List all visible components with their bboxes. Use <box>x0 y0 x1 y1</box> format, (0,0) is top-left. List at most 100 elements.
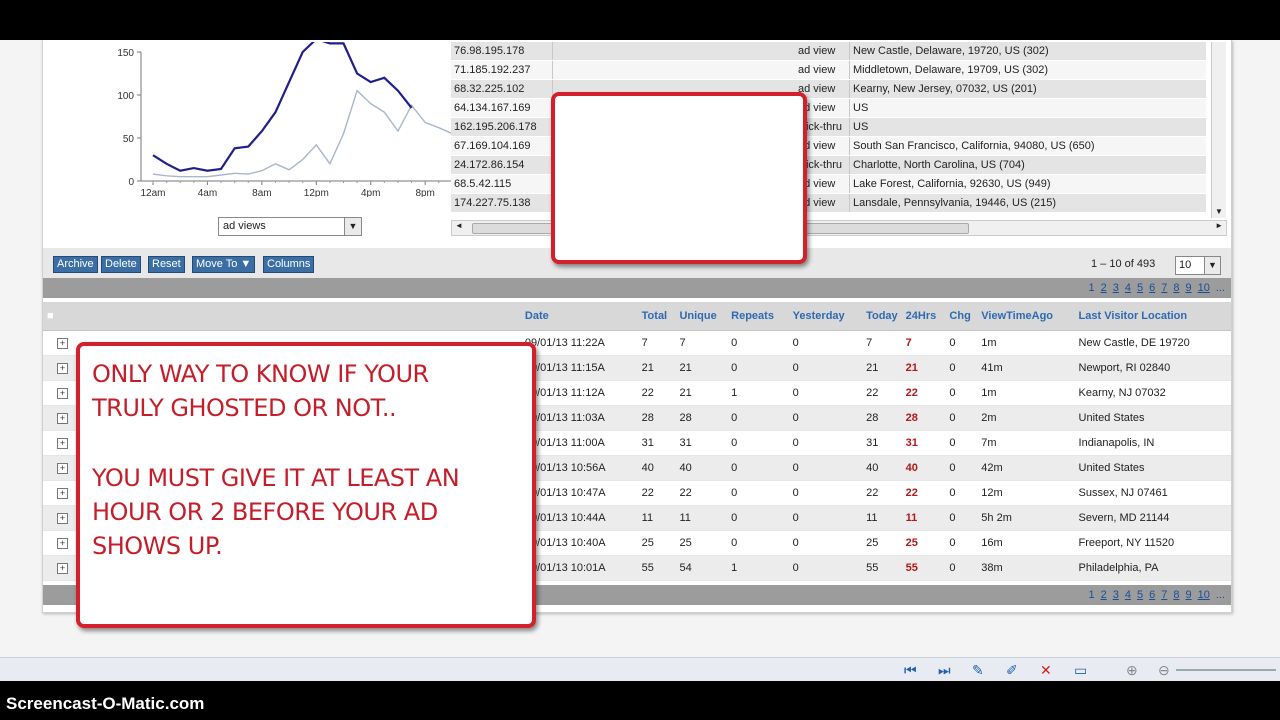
page-link[interactable]: 10 <box>1198 589 1210 601</box>
draw-icon[interactable]: ✎ <box>972 662 984 679</box>
log-type: ad view <box>795 60 850 80</box>
scroll-down-icon[interactable]: ▼ <box>1215 207 1223 216</box>
page-link[interactable]: 3 <box>1113 282 1119 294</box>
cell-total: 40 <box>637 455 676 481</box>
expand-plus-icon[interactable]: + <box>57 563 68 574</box>
cell-chg: 0 <box>945 380 978 406</box>
log-location: Lake Forest, California, 92630, US (949) <box>849 174 1206 194</box>
screen-icon[interactable]: ▭ <box>1074 662 1087 679</box>
expand-plus-icon[interactable]: + <box>57 338 68 349</box>
expand-plus-icon[interactable]: + <box>57 513 68 524</box>
cell-date: 09/01/13 11:12A <box>520 380 638 406</box>
page-link[interactable]: 8 <box>1173 282 1179 294</box>
expand-plus-icon[interactable]: + <box>57 363 68 374</box>
page-link[interactable]: 8 <box>1173 589 1179 601</box>
per-page-select[interactable]: 10 ▼ <box>1175 256 1221 275</box>
zoom-out-icon[interactable]: ⊖ <box>1158 662 1170 679</box>
column-header[interactable]: Last Visitor Location <box>1074 302 1231 331</box>
page-link[interactable]: 1 <box>1088 589 1094 601</box>
log-location: US <box>849 117 1206 137</box>
page-link[interactable]: 4 <box>1125 282 1131 294</box>
column-header[interactable]: Yesterday <box>788 302 863 331</box>
skip-back-icon[interactable]: ⏮ <box>904 662 917 679</box>
cell-today: 28 <box>862 405 902 431</box>
page-link[interactable]: 6 <box>1149 589 1155 601</box>
expand-plus-icon[interactable]: + <box>57 488 68 499</box>
y-tick-label: 0 <box>128 177 134 188</box>
cell-ago: 2m <box>977 405 1075 431</box>
chart-metric-select[interactable]: ad views ▼ <box>218 217 362 236</box>
log-row[interactable]: 71.185.192.237 ad view Middletown, Delawar… <box>451 60 1206 80</box>
chevron-down-icon[interactable]: ▼ <box>344 218 361 235</box>
x-tick-label: 8am <box>252 188 271 197</box>
expand-plus-icon[interactable]: + <box>57 538 68 549</box>
page-link[interactable]: 1 <box>1088 282 1094 294</box>
cell-date: 09/01/13 11:03A <box>520 405 638 431</box>
cell-date: 09/01/13 11:22A <box>520 330 638 356</box>
column-header[interactable]: ViewTimeAgo <box>977 302 1075 331</box>
select-all-icon[interactable]: ■ <box>47 310 54 322</box>
zoom-icon[interactable]: ⊕ <box>1126 662 1138 679</box>
reset-button[interactable]: Reset <box>148 256 185 273</box>
skip-forward-icon[interactable]: ⏭ <box>938 662 951 679</box>
chevron-down-icon[interactable]: ▼ <box>1204 257 1220 274</box>
move-to-button[interactable]: Move To ▼ <box>192 256 256 273</box>
page-link[interactable]: 6 <box>1149 282 1155 294</box>
expand-plus-icon[interactable]: + <box>57 413 68 424</box>
page-link[interactable]: 10 <box>1198 282 1210 294</box>
log-row[interactable]: 76.98.195.178 ad view New Castle, Delaware… <box>451 42 1206 61</box>
cell-h24: 25 <box>901 530 946 556</box>
log-ip: 67.169.104.169 <box>451 136 553 156</box>
page-more[interactable]: ... <box>1216 282 1225 294</box>
column-header[interactable]: Today <box>862 302 902 331</box>
page-link[interactable]: 2 <box>1101 282 1107 294</box>
delete-button[interactable]: Delete <box>101 256 141 273</box>
cell-yesterday: 0 <box>788 330 863 356</box>
log-vertical-scrollbar[interactable]: ▼ <box>1211 42 1226 218</box>
column-header[interactable]: Total <box>637 302 676 331</box>
cell-yesterday: 0 <box>788 355 863 381</box>
highlight-icon[interactable]: ✐ <box>1006 662 1018 679</box>
x-tick-label: 8pm <box>415 188 434 197</box>
cell-unique: 22 <box>675 480 728 506</box>
y-tick-label: 100 <box>117 91 134 102</box>
log-location: Kearny, New Jersey, 07032, US (201) <box>849 79 1206 99</box>
page-link[interactable]: 5 <box>1137 589 1143 601</box>
redaction-box <box>551 92 807 264</box>
page-link[interactable]: 7 <box>1161 282 1167 294</box>
zoom-slider[interactable] <box>1176 669 1276 671</box>
page-link[interactable]: 5 <box>1137 282 1143 294</box>
column-header[interactable]: Unique <box>675 302 728 331</box>
page-more[interactable]: ... <box>1216 589 1225 601</box>
cell-h24: 55 <box>901 555 946 581</box>
log-location: New Castle, Delaware, 19720, US (302) <box>849 42 1206 61</box>
columns-button[interactable]: Columns <box>263 256 315 273</box>
chart-lines <box>152 42 467 178</box>
scroll-left-icon[interactable]: ◄ <box>455 221 463 230</box>
scroll-right-icon[interactable]: ► <box>1215 221 1223 230</box>
column-header[interactable]: 24Hrs <box>901 302 946 331</box>
expand-plus-icon[interactable]: + <box>57 388 68 399</box>
page-link[interactable]: 4 <box>1125 589 1131 601</box>
page-link[interactable]: 3 <box>1113 589 1119 601</box>
cell-yesterday: 0 <box>788 430 863 456</box>
page-link[interactable]: 2 <box>1101 589 1107 601</box>
cell-date: 09/01/13 10:01A <box>520 555 638 581</box>
expand-plus-icon[interactable]: + <box>57 438 68 449</box>
column-header[interactable]: Date <box>520 302 638 331</box>
expand-plus-icon[interactable]: + <box>57 463 68 474</box>
top-black-bar <box>0 0 1280 40</box>
page-link[interactable]: 9 <box>1185 589 1191 601</box>
page-link[interactable]: 9 <box>1185 282 1191 294</box>
close-icon[interactable]: ✕ <box>1040 662 1052 679</box>
cell-h24: 7 <box>901 330 946 356</box>
cell-loc: Sussex, NJ 07461 <box>1074 480 1231 506</box>
archive-button[interactable]: Archive <box>53 256 98 273</box>
x-tick-label: 12pm <box>304 188 329 197</box>
cell-h24: 22 <box>901 480 946 506</box>
column-header[interactable]: Repeats <box>727 302 789 331</box>
page-link[interactable]: 7 <box>1161 589 1167 601</box>
column-header[interactable]: Chg <box>945 302 978 331</box>
cell-yesterday: 0 <box>788 530 863 556</box>
cell-date: 09/01/13 10:56A <box>520 455 638 481</box>
